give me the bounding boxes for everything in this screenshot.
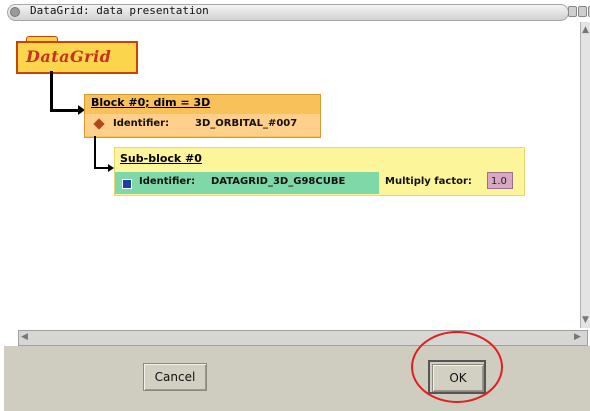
window-controls [568, 6, 590, 18]
minimize-icon[interactable] [568, 6, 577, 17]
window-title: DataGrid: data presentation [30, 4, 209, 17]
vertical-scrollbar[interactable]: ▲ ▼ [580, 22, 590, 328]
block-node[interactable]: Block #0; dim = 3D Identifier: 3D_ORBITA… [84, 94, 321, 138]
datagrid-view: DataGrid Block #0; dim = 3D Identifier: … [12, 22, 578, 328]
horizontal-scrollbar[interactable]: ◀ ▶ [18, 330, 588, 346]
dialog-window: DataGrid: data presentation DataGrid Blo… [4, 0, 590, 411]
subblock-identifier-label: Identifier: [139, 176, 196, 187]
tree-connector [50, 71, 53, 111]
subblock-node[interactable]: Sub-block #0 Identifier: DATAGRID_3D_G98… [114, 147, 525, 196]
maximize-icon[interactable] [578, 6, 587, 17]
subblock-identifier-row[interactable]: Identifier: DATAGRID_3D_G98CUBE [115, 172, 379, 194]
subblock-identifier-value: DATAGRID_3D_G98CUBE [211, 176, 346, 187]
tree-connector [94, 136, 96, 169]
ok-highlight-circle [411, 331, 503, 403]
scroll-right-icon[interactable]: ▶ [574, 331, 581, 343]
diamond-icon [93, 118, 105, 130]
block-identifier-row[interactable]: Identifier: 3D_ORBITAL_#007 [85, 114, 320, 136]
square-icon [122, 179, 132, 189]
datagrid-label: DataGrid [26, 47, 112, 66]
title-bar[interactable]: DataGrid: data presentation [4, 3, 590, 22]
block-identifier-value: 3D_ORBITAL_#007 [195, 118, 298, 129]
block-identifier-label: Identifier: [113, 118, 170, 129]
datagrid-node[interactable]: DataGrid [16, 41, 138, 74]
scroll-down-icon[interactable]: ▼ [582, 314, 589, 326]
multiply-factor-input[interactable]: 1.0 [487, 172, 513, 189]
multiply-factor-label: Multiply factor: [385, 176, 472, 187]
dialog-footer [4, 346, 590, 411]
block-title: Block #0; dim = 3D [91, 96, 211, 109]
scroll-up-icon[interactable]: ▲ [582, 24, 589, 36]
subblock-title: Sub-block #0 [120, 152, 202, 165]
window-menu-icon[interactable] [10, 7, 20, 17]
scroll-left-icon[interactable]: ◀ [21, 331, 28, 343]
cancel-button[interactable]: Cancel [143, 363, 207, 391]
